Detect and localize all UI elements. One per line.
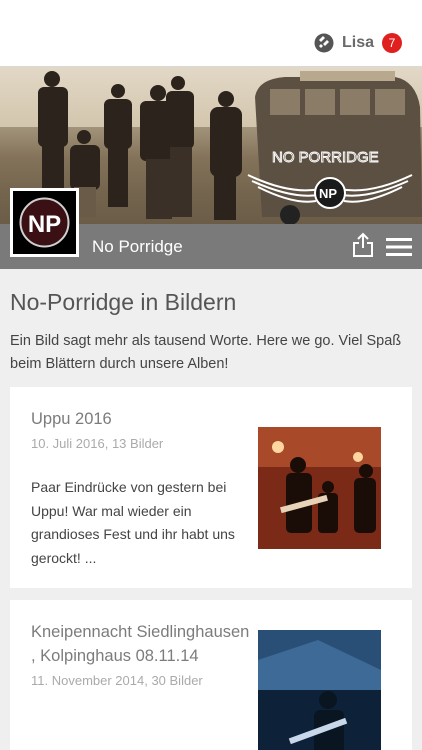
wings-logo-letters: NP [319,186,337,201]
avatar-letters: NP [28,211,61,238]
album-card[interactable]: Uppu 2016 10. Juli 2016, 13 Bilder Paar … [10,387,412,588]
page-title: No-Porridge in Bildern [10,289,237,315]
user-logo-icon [314,33,334,53]
main-content: No-Porridge in Bildern Ein Bild sagt meh… [0,269,422,376]
band-name: No Porridge [92,237,183,256]
album-description: Paar Eindrücke von gestern bei Uppu! War… [31,479,235,566]
album-thumbnail[interactable] [258,427,381,549]
user-account[interactable]: Lisa 7 [314,33,402,53]
album-meta: 11. November 2014, 30 Bilder [31,673,203,688]
page-intro: Ein Bild sagt mehr als tausend Worte. He… [10,333,402,372]
concert-photo [258,630,381,750]
album-title[interactable]: Kneipennacht Siedlinghausen , Kolpinghau… [31,620,256,668]
np-logo-icon: NP [13,191,76,254]
band-logo-text: NO PORRIDGE [272,149,379,166]
user-name[interactable]: Lisa [342,34,374,52]
album-thumbnail[interactable] [258,630,381,750]
album-meta: 10. Juli 2016, 13 Bilder [31,436,164,451]
band-avatar[interactable]: NP [10,188,79,257]
top-bar: Lisa 7 [0,0,422,67]
album-title[interactable]: Uppu 2016 [31,407,112,431]
hamburger-menu-icon[interactable] [386,237,412,257]
concert-photo [258,427,381,549]
share-icon[interactable] [351,232,375,258]
notification-badge[interactable]: 7 [382,33,402,53]
album-card[interactable]: Kneipennacht Siedlinghausen , Kolpinghau… [10,600,412,750]
